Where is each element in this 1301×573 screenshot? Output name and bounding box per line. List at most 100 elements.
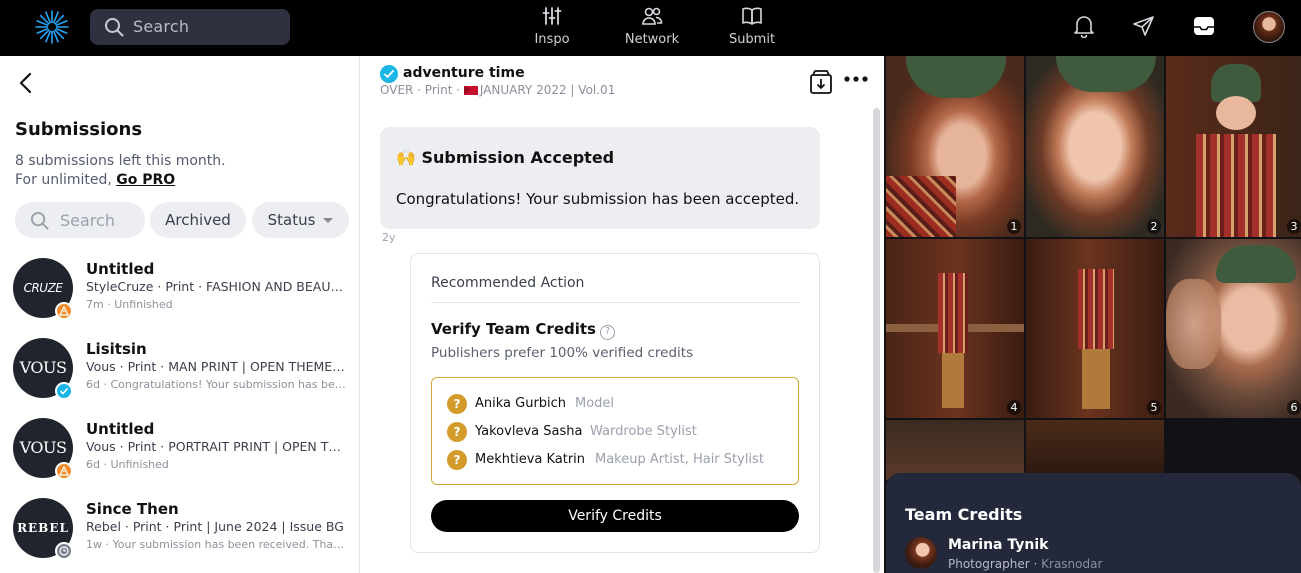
bell-icon[interactable] [1073,14,1095,38]
global-search-input[interactable]: Search [90,9,290,45]
inbox-icon[interactable] [1192,14,1216,38]
publication-name[interactable]: adventure time [403,65,525,81]
credit-role: Makeup Artist, Hair Stylist [595,452,764,467]
top-navigation-bar: Search Inspo Network Submit [0,0,1301,56]
gallery-photo[interactable]: 6 [1166,239,1301,418]
submission-meta: 6d · Congratulations! Your submission ha… [86,378,348,391]
gallery-photo[interactable] [1026,420,1164,480]
submission-details: Vous · Print · MAN PRINT | OPEN THEME | … [86,359,348,374]
search-icon [105,18,124,37]
gallery-photo[interactable]: 4 [886,239,1024,418]
submission-name: Untitled [86,260,155,278]
go-pro-link[interactable]: Go PRO [116,172,175,188]
submission-name: Untitled [86,420,155,438]
photo-number: 6 [1287,400,1301,415]
page-title: Submissions [15,119,143,140]
quota-text: 8 submissions left this month. [15,153,226,169]
submission-details: StyleCruze · Print · FASHION AND BEAUTY … [86,279,348,294]
gallery-photo[interactable]: 3 [1166,56,1301,237]
warning-badge [55,462,73,480]
nav-inspo[interactable]: Inspo [512,5,592,47]
nav-submit-label: Submit [728,32,776,47]
photo-number: 5 [1147,400,1161,415]
photo-number: 3 [1287,219,1301,234]
status-label: Status [267,211,316,229]
credit-name: Anika Gurbich [475,396,567,411]
gallery-photo[interactable]: 2 [1026,56,1164,237]
credit-name: Mekhtieva Katrin [475,452,586,467]
plaid-shape [1196,134,1276,237]
verify-heading-text: Verify Team Credits [431,320,596,338]
boots-shape [942,353,964,408]
publication-type: OVER · Print · [380,83,464,97]
photo-number: 2 [1147,219,1161,234]
warning-badge [55,302,73,320]
book-icon [742,7,762,25]
nav-network[interactable]: Network [612,5,692,47]
archived-filter-button[interactable]: Archived [150,202,246,238]
status-filter-dropdown[interactable]: Status [252,202,349,238]
nav-submit[interactable]: Submit [712,5,792,47]
publication-details: OVER · Print · JANUARY 2022 | Vol.01 [380,83,615,97]
submission-item[interactable]: VOUS Untitled Vous · Print · PORTRAIT PR… [13,416,353,480]
message-timestamp: 2y [382,231,396,244]
submission-quota-note: 8 submissions left this month. For unlim… [15,152,226,190]
search-placeholder: Search [60,211,115,230]
recommended-action-title: Recommended Action [431,275,585,291]
submission-detail-panel: adventure time OVER · Print · JANUARY 20… [360,56,884,573]
unverified-credits-list: ? Anika Gurbich Model ? Yakovleva Sasha … [431,377,799,485]
unverified-icon: ? [447,422,467,442]
divider [431,302,799,303]
archive-icon[interactable] [809,69,833,95]
photographer-name[interactable]: Marina Tynik [948,537,1048,553]
send-icon[interactable] [1132,14,1156,38]
gallery-photo[interactable]: 5 [1026,239,1164,418]
accepted-message-card: 🙌 Submission Accepted Congratulations! Y… [380,127,820,229]
credit-name: Yakovleva Sasha [475,424,583,439]
team-credits-panel: Team Credits Marina Tynik Photographer ·… [886,473,1301,573]
photo-number: 4 [1007,400,1021,415]
pending-badge [55,542,73,560]
face-shape [1216,96,1256,130]
check-icon [59,387,69,395]
avatar[interactable] [905,537,937,569]
publication-issue: JANUARY 2022 | Vol.01 [479,83,616,97]
photographer-role: Photographer · Krasnodar [948,557,1103,571]
submission-details: Rebel · Print · Print | June 2024 | Issu… [86,519,344,534]
logo-icon[interactable] [34,9,70,45]
clock-icon [59,546,69,556]
submission-meta: 7m · Unfinished [86,298,173,311]
celebrate-icon: 🙌 [396,148,416,167]
avatar[interactable] [1253,11,1285,43]
recommended-action-card: Recommended Action Verify Team Credits ? … [410,253,820,553]
thumbnail-text: VOUS [19,358,67,377]
people-icon [642,7,663,25]
gallery-photo[interactable] [886,420,1024,480]
scrollbar[interactable] [873,108,880,573]
hat-shape [1216,245,1296,283]
submissions-search-input[interactable]: Search [15,202,145,238]
role-text: Photographer [948,557,1030,571]
submission-name: Lisitsin [86,340,147,358]
unlimited-text: For unlimited, Go PRO [15,171,226,190]
gallery-photo[interactable]: 1 [886,56,1024,237]
accepted-badge [55,382,73,400]
team-credits-title: Team Credits [905,505,1023,524]
warning-icon [59,466,69,476]
location-text: Krasnodar [1041,557,1103,571]
submission-item[interactable]: REBEL Since Then Rebel · Print · Print |… [13,496,353,560]
submission-item[interactable]: VOUS Lisitsin Vous · Print · MAN PRINT |… [13,336,353,400]
verify-credits-button[interactable]: Verify Credits [431,500,799,532]
hat-shape [1056,56,1156,92]
flag-icon [463,86,478,95]
help-icon[interactable]: ? [599,325,615,340]
credit-role: Wardrobe Stylist [590,424,697,439]
photo-number: 1 [1007,219,1021,234]
submission-name: Since Then [86,500,179,518]
more-options-icon[interactable] [844,76,868,82]
submission-item[interactable]: CRUZE Untitled StyleCruze · Print · FASH… [13,256,353,320]
back-arrow-icon[interactable] [17,72,35,94]
nav-inspo-label: Inspo [534,32,570,47]
thumbnail-text: REBEL [17,521,69,535]
verify-heading: Verify Team Credits? [431,320,615,340]
